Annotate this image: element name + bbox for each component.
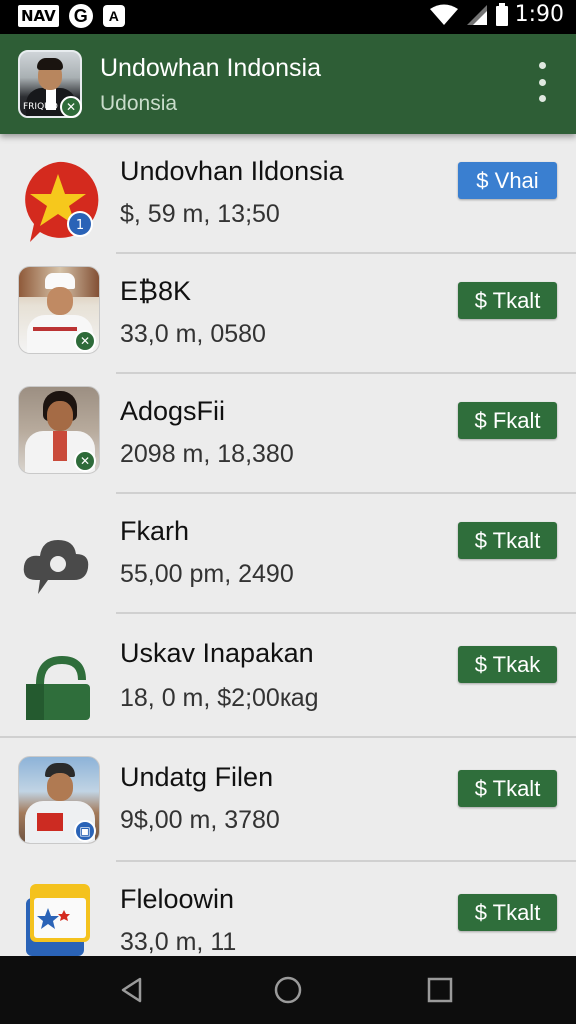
- bag-icon: [18, 640, 100, 728]
- status-bar: NAV G A 1:90: [0, 0, 576, 34]
- item-title: Fleloowin: [120, 884, 235, 914]
- item-subtitle: $, 59 m, 13;50: [120, 200, 280, 228]
- wifi-icon: [429, 4, 458, 25]
- item-title: E₿8K: [120, 276, 192, 306]
- system-nav-bar: [0, 956, 576, 1024]
- clock: 1:90: [514, 2, 564, 27]
- app-title: Undowhan Indonsia: [100, 54, 321, 82]
- item-list: 1 Undovhan Ildonsia $, 59 m, 13;50 $ Vha…: [0, 134, 576, 956]
- item-title: Fkarh: [120, 516, 190, 546]
- list-item[interactable]: ✕ AdogsFii 2098 m, 18,380 $ Fkalt: [0, 374, 576, 494]
- avatar-tag: FRIQUO: [23, 102, 58, 112]
- item-subtitle: 33,0 m, 0580: [120, 320, 266, 348]
- item-action-button[interactable]: $ Fkalt: [458, 402, 557, 439]
- cloud-chat-icon: [18, 520, 100, 608]
- app-subtitle: Udonsia: [100, 92, 178, 115]
- g-notification-icon: G: [68, 4, 93, 28]
- list-item[interactable]: 1 Undovhan Ildonsia $, 59 m, 13;50 $ Vha…: [0, 134, 576, 254]
- item-subtitle: 18, 0 m, $2;00кag: [120, 684, 319, 712]
- chef-avatar: ✕: [18, 266, 100, 354]
- signal-icon: [466, 4, 487, 25]
- svg-text:1: 1: [76, 218, 84, 233]
- item-action-button[interactable]: $ Tkalt: [458, 282, 557, 319]
- item-action-button[interactable]: $ Vhai: [458, 162, 557, 199]
- verified-badge-icon: ✕: [74, 330, 96, 352]
- item-action-button[interactable]: $ Tkalt: [458, 522, 557, 559]
- home-icon[interactable]: [272, 974, 304, 1006]
- status-notifications: NAV G A: [18, 4, 125, 28]
- battery-icon: [495, 2, 508, 26]
- list-item[interactable]: Fleloowin 33,0 m, 11 $ Tkalt: [0, 862, 576, 956]
- overflow-menu-icon[interactable]: [536, 62, 548, 102]
- item-subtitle: 9$,00 m, 3780: [120, 806, 280, 834]
- back-icon[interactable]: [116, 974, 148, 1006]
- list-item[interactable]: ✕ E₿8K 33,0 m, 0580 $ Tkalt: [0, 254, 576, 374]
- item-subtitle: 55,00 pm, 2490: [120, 560, 294, 588]
- list-item[interactable]: Uskav Inapakan 18, 0 m, $2;00кag $ Tkak: [0, 614, 576, 738]
- item-title: Undovhan Ildonsia: [120, 156, 344, 186]
- verified-badge-icon: ✕: [60, 96, 82, 118]
- status-indicators: 1:90: [429, 2, 564, 27]
- app-bar: FRIQUO ✕ Undowhan Indonsia Udonsia: [0, 34, 576, 134]
- woman-avatar: ✕: [18, 386, 100, 474]
- item-title: Uskav Inapakan: [120, 638, 314, 668]
- reporter-avatar: ▣: [18, 756, 100, 844]
- nav-notification-icon: NAV: [18, 5, 59, 27]
- camera-badge-icon: ▣: [74, 820, 96, 842]
- star-chat-icon: 1: [18, 160, 100, 248]
- list-item[interactable]: Fkarh 55,00 pm, 2490 $ Tkalt: [0, 494, 576, 614]
- recents-icon[interactable]: [424, 974, 456, 1006]
- list-item[interactable]: ▣ Undatg Filen 9$,00 m, 3780 $ Tkalt: [0, 738, 576, 862]
- item-action-button[interactable]: $ Tkalt: [458, 770, 557, 807]
- calendar-star-icon: [18, 880, 100, 956]
- item-title: Undatg Filen: [120, 762, 274, 792]
- verified-badge-icon: ✕: [74, 450, 96, 472]
- item-action-button[interactable]: $ Tkalt: [458, 894, 557, 931]
- a-notification-icon: A: [102, 5, 125, 27]
- item-subtitle: 33,0 m, 11: [120, 928, 237, 956]
- item-subtitle: 2098 m, 18,380: [120, 440, 294, 468]
- item-action-button[interactable]: $ Tkak: [458, 646, 557, 683]
- item-title: AdogsFii: [120, 396, 226, 426]
